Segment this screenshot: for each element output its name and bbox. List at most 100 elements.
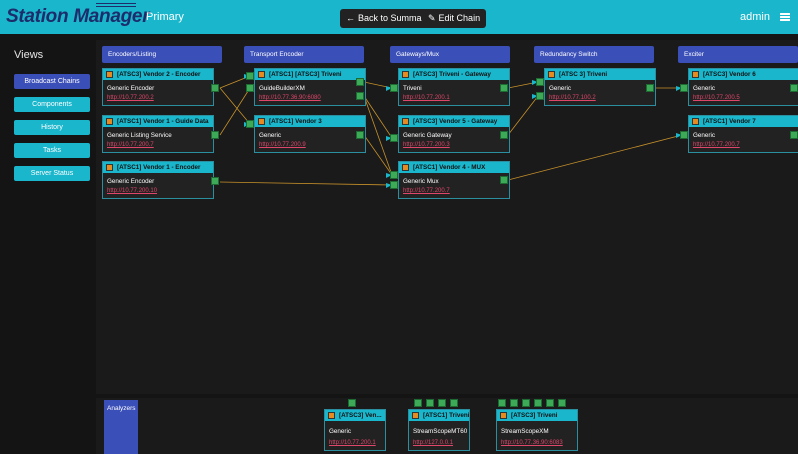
- output-port[interactable]: [211, 84, 219, 92]
- node-title: [ATSC3] Vendor 6: [689, 69, 798, 80]
- node-transport-vendor3[interactable]: [ATSC1] Vendor 3 Generic http://10.77.20…: [254, 115, 366, 153]
- output-port[interactable]: [500, 131, 508, 139]
- status-badge: [258, 71, 265, 78]
- status-badge: [500, 412, 507, 419]
- analyzer-input-port[interactable]: [348, 399, 356, 407]
- output-port[interactable]: [500, 176, 508, 184]
- back-to-summary-label: Back to Summary: [358, 13, 430, 23]
- node-title: [ATSC3] Triveni: [497, 410, 577, 421]
- edit-chain-button[interactable]: ✎ Edit Chain: [422, 9, 487, 28]
- sidebar-item-components[interactable]: Components: [14, 97, 90, 112]
- sidebar-item-history[interactable]: History: [14, 120, 90, 135]
- node-type: Generic: [693, 85, 716, 92]
- node-link[interactable]: http://10.77.200.9: [259, 142, 306, 148]
- column-header-redundancy-switch: Redundancy Switch: [534, 46, 654, 63]
- analyzer-input-port[interactable]: [558, 399, 566, 407]
- node-link[interactable]: http://10.77.200.7: [693, 142, 740, 148]
- node-link[interactable]: http://10.77.200.2: [107, 95, 154, 101]
- output-port[interactable]: [646, 84, 654, 92]
- node-triveni-gateway[interactable]: [ATSC3] Triveni - Gateway Triveni http:/…: [398, 68, 510, 106]
- output-port[interactable]: [211, 177, 219, 185]
- input-port[interactable]: [246, 84, 254, 92]
- node-title: [ATSC1] Vendor 1 - Encoder: [103, 162, 213, 173]
- status-badge: [692, 71, 699, 78]
- node-exciter-vendor6[interactable]: [ATSC3] Vendor 6 Generic http://10.77.20…: [688, 68, 798, 106]
- status-badge: [402, 118, 409, 125]
- input-port[interactable]: [246, 120, 254, 128]
- input-port[interactable]: [390, 181, 398, 189]
- node-guide-data-vendor1[interactable]: [ATSC1] Vendor 1 - Guide Data Generic Li…: [102, 115, 214, 153]
- node-link[interactable]: http://10.77.200.7: [403, 188, 450, 194]
- input-port[interactable]: [536, 78, 544, 86]
- node-triveni-guidebuilder[interactable]: [ATSC1] [ATSC3] Triveni GuideBuilderXM h…: [254, 68, 366, 106]
- node-type: StreamScopeXM: [501, 428, 549, 435]
- node-type: Generic Gateway: [403, 132, 452, 139]
- analyzer-input-port[interactable]: [414, 399, 422, 407]
- user-menu[interactable]: admin: [740, 11, 770, 23]
- analyzer-input-port[interactable]: [522, 399, 530, 407]
- column-header-gateways: Gateways/Mux: [390, 46, 510, 63]
- input-port[interactable]: [390, 134, 398, 142]
- node-encoder-vendor2[interactable]: [ATSC3] Vendor 2 - Encoder Generic Encod…: [102, 68, 214, 106]
- output-port[interactable]: [790, 84, 798, 92]
- node-link[interactable]: http://10.77.200.1: [403, 95, 450, 101]
- input-port[interactable]: [390, 84, 398, 92]
- node-link[interactable]: http://127.0.0.1: [413, 440, 453, 446]
- analyzer-input-port[interactable]: [498, 399, 506, 407]
- node-link[interactable]: http://10.77.200.1: [329, 440, 376, 446]
- node-title: [ATSC3] Vendor 5 - Gateway: [399, 116, 509, 127]
- sidebar-item-broadcast-chains[interactable]: Broadcast Chains: [14, 74, 90, 89]
- app-title: Station Manager: [6, 6, 150, 27]
- sidebar-title: Views: [14, 49, 44, 61]
- input-port[interactable]: [246, 72, 254, 80]
- output-port[interactable]: [790, 131, 798, 139]
- back-to-summary-button[interactable]: ← Back to Summary: [340, 9, 436, 28]
- status-badge: [328, 412, 335, 419]
- sidebar-item-server-status[interactable]: Server Status: [14, 166, 90, 181]
- node-title: [ATSC3] Triveni - Gateway: [399, 69, 509, 80]
- output-port[interactable]: [500, 84, 508, 92]
- analyzer-input-port[interactable]: [510, 399, 518, 407]
- status-badge: [548, 71, 555, 78]
- node-link[interactable]: http://10.77.200.7: [107, 142, 154, 148]
- analyzer-input-port[interactable]: [426, 399, 434, 407]
- node-title: [ATSC3] Vendor 2 - Encoder: [103, 69, 213, 80]
- node-link[interactable]: http://10.77.200.10: [107, 188, 157, 194]
- analyzer-input-port[interactable]: [546, 399, 554, 407]
- status-badge: [402, 71, 409, 78]
- node-redundancy-triveni[interactable]: [ATSC 3] Triveni Generic http://10.77.10…: [544, 68, 656, 106]
- status-badge: [402, 164, 409, 171]
- input-port[interactable]: [390, 171, 398, 179]
- node-link[interactable]: http://10.77.36.90:6083: [501, 440, 563, 446]
- node-vendor5-gateway[interactable]: [ATSC3] Vendor 5 - Gateway Generic Gatew…: [398, 115, 510, 153]
- node-link[interactable]: http://10.77.200.5: [693, 95, 740, 101]
- node-link[interactable]: http://10.77.200.3: [403, 142, 450, 148]
- analyzer-node-streamscope-xm[interactable]: [ATSC3] Triveni StreamScopeXM http://10.…: [496, 409, 578, 451]
- analyzer-node-streamscope-mt60[interactable]: [ATSC1] Triveni StreamScopeMT60 http://1…: [408, 409, 470, 451]
- column-header-transport-encoder: Transport Encoder: [244, 46, 364, 63]
- node-link[interactable]: http://10.77.100.2: [549, 95, 596, 101]
- node-link[interactable]: http://10.77.36.90:6080: [259, 95, 321, 101]
- node-vendor4-mux[interactable]: [ATSC1] Vendor 4 - MUX Generic Mux http:…: [398, 161, 510, 199]
- output-port[interactable]: [211, 131, 219, 139]
- hamburger-menu-icon[interactable]: [780, 13, 790, 21]
- analyzer-node-vendor[interactable]: [ATSC3] Ven... Generic http://10.77.200.…: [324, 409, 386, 451]
- output-port[interactable]: [356, 78, 364, 86]
- analyzer-input-port[interactable]: [534, 399, 542, 407]
- node-title: [ATSC1] [ATSC3] Triveni: [255, 69, 365, 80]
- sidebar: Views Broadcast Chains Components Histor…: [0, 34, 92, 454]
- output-port[interactable]: [356, 131, 364, 139]
- analyzer-input-port[interactable]: [450, 399, 458, 407]
- node-exciter-vendor7[interactable]: [ATSC1] Vendor 7 Generic http://10.77.20…: [688, 115, 798, 153]
- input-port[interactable]: [680, 131, 688, 139]
- column-header-exciter: Exciter: [678, 46, 798, 63]
- node-type: Generic: [693, 132, 716, 139]
- input-port[interactable]: [536, 92, 544, 100]
- arrow-left-icon: ←: [346, 13, 355, 23]
- node-type: Generic Encoder: [107, 178, 155, 185]
- analyzer-input-port[interactable]: [438, 399, 446, 407]
- input-port[interactable]: [680, 84, 688, 92]
- node-encoder-vendor1[interactable]: [ATSC1] Vendor 1 - Encoder Generic Encod…: [102, 161, 214, 199]
- output-port[interactable]: [356, 92, 364, 100]
- sidebar-item-tasks[interactable]: Tasks: [14, 143, 90, 158]
